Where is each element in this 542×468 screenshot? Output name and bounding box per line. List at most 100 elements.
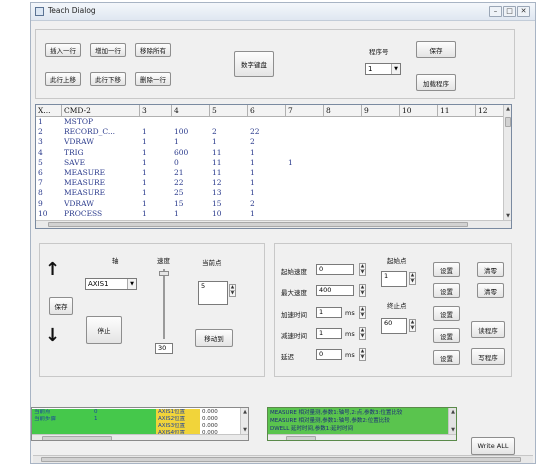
program-grid[interactable]: X... CMD-2 3 4 5 6 7 8 9 10 11 12 1 MSTOP… [35, 104, 512, 229]
grid-cell[interactable]: 3 [38, 138, 43, 147]
grid-cell[interactable]: 1 [250, 210, 255, 219]
grid-cell[interactable]: 1 [250, 149, 255, 158]
grid-cell[interactable]: 6 [38, 169, 43, 178]
max-speed-input[interactable]: 400 [316, 285, 354, 296]
grid-cell[interactable]: PROCESS [64, 210, 102, 219]
grid-cell[interactable]: 1 [142, 189, 147, 198]
grid-cell[interactable]: 9 [38, 200, 43, 209]
jog-save-button[interactable]: 保存 [49, 297, 73, 315]
grid-cell[interactable]: 15 [174, 200, 184, 209]
write-all-button[interactable]: Write ALL [471, 437, 515, 455]
set-button-4[interactable]: 设置 [433, 328, 460, 343]
move-to-button[interactable]: 移动到 [195, 329, 233, 347]
scroll-thumb[interactable] [48, 222, 468, 227]
scroll-up-icon[interactable]: ▲ [241, 408, 248, 416]
grid-cell[interactable]: MEASURE [64, 189, 105, 198]
col-header[interactable]: 12 [476, 105, 504, 117]
grid-cell[interactable]: 12 [212, 179, 222, 188]
col-header[interactable]: 9 [362, 105, 400, 117]
grid-cell[interactable]: 1 [174, 210, 179, 219]
grid-cell[interactable]: 1 [250, 179, 255, 188]
current-point-spinner[interactable]: ▲ ▼ [229, 284, 236, 297]
insert-row-button[interactable]: 插入一行 [45, 43, 81, 57]
col-header[interactable]: 7 [286, 105, 324, 117]
status-vertical-scrollbar[interactable]: ▲ ▼ [240, 408, 248, 434]
set-button-5[interactable]: 设置 [433, 350, 460, 365]
grid-cell[interactable]: 600 [174, 149, 188, 158]
maximize-button[interactable]: □ [503, 6, 516, 17]
grid-cell[interactable]: 25 [174, 189, 184, 198]
grid-cell[interactable]: MEASURE [64, 179, 105, 188]
grid-cell[interactable]: 4 [38, 149, 43, 158]
grid-cell[interactable]: MEASURE [64, 169, 105, 178]
grid-cell[interactable]: 8 [38, 189, 43, 198]
grid-cell[interactable]: 2 [250, 200, 255, 209]
decel-time-spinner[interactable]: ▲ ▼ [359, 327, 366, 340]
scroll-thumb[interactable] [42, 436, 112, 440]
scroll-thumb[interactable] [505, 117, 511, 127]
scroll-thumb[interactable] [286, 436, 316, 440]
set-button-1[interactable]: 设置 [433, 262, 460, 277]
clear-button-2[interactable]: 清零 [477, 283, 504, 298]
grid-cell[interactable]: 1 [142, 149, 147, 158]
jog-down-icon[interactable]: ↓ [45, 325, 60, 346]
numeric-keyboard-button[interactable]: 数字键盘 [234, 51, 274, 77]
start-point-spinner[interactable]: ▲ ▼ [409, 272, 416, 285]
write-program-button[interactable]: 写程序 [471, 348, 505, 365]
col-header[interactable]: 6 [248, 105, 286, 117]
clear-button-1[interactable]: 清零 [477, 262, 504, 277]
set-button-3[interactable]: 设置 [433, 306, 460, 321]
grid-horizontal-scrollbar[interactable] [36, 220, 511, 228]
grid-cell[interactable]: 10 [212, 210, 222, 219]
grid-cell[interactable]: 1 [142, 210, 147, 219]
grid-cell[interactable]: VDRAW [64, 200, 94, 209]
grid-cell[interactable]: 22 [250, 128, 260, 137]
delete-row-button[interactable]: 删除一行 [135, 72, 171, 86]
col-header[interactable]: 8 [324, 105, 362, 117]
grid-cell[interactable]: TRIG [64, 149, 84, 158]
status-horizontal-scrollbar[interactable] [32, 434, 248, 440]
end-point-spinner[interactable]: ▲ ▼ [409, 319, 416, 332]
grid-cell[interactable]: 0 [174, 159, 179, 168]
grid-cell[interactable]: 1 [142, 179, 147, 188]
scroll-thumb[interactable] [41, 457, 521, 462]
col-header[interactable]: 5 [210, 105, 248, 117]
delay-spinner[interactable]: ▲ ▼ [359, 348, 366, 361]
col-header[interactable]: 10 [400, 105, 438, 117]
scroll-down-icon[interactable]: ▼ [241, 426, 248, 434]
grid-cell[interactable]: 1 [288, 159, 293, 168]
window-horizontal-scrollbar[interactable] [33, 455, 533, 463]
scroll-down-icon[interactable]: ▼ [449, 426, 456, 434]
grid-cell[interactable]: 2 [38, 128, 43, 137]
grid-cell[interactable]: 1 [142, 169, 147, 178]
grid-cell[interactable]: 1 [250, 159, 255, 168]
grid-cell[interactable]: 2 [250, 138, 255, 147]
set-button-2[interactable]: 设置 [433, 283, 460, 298]
grid-cell[interactable]: RECORD_C... [64, 128, 115, 137]
grid-cell[interactable]: 100 [174, 128, 188, 137]
close-button[interactable]: ✕ [517, 6, 530, 17]
log-panel[interactable]: MEASURE 相对量测,参数1:轴号,2:点,参数3:位置比较 MEASURE … [267, 407, 457, 441]
add-row-button[interactable]: 增加一行 [90, 43, 126, 57]
read-program-button[interactable]: 读程序 [471, 321, 505, 338]
grid-cell[interactable]: 1 [38, 118, 43, 127]
axis-select[interactable]: AXIS1 ▼ [85, 278, 137, 290]
max-speed-spinner[interactable]: ▲ ▼ [359, 284, 366, 297]
grid-cell[interactable]: 1 [250, 169, 255, 178]
grid-cell[interactable]: 11 [212, 169, 222, 178]
col-header[interactable]: X... [36, 105, 62, 117]
grid-cell[interactable]: 7 [38, 179, 43, 188]
grid-cell[interactable]: 21 [174, 169, 184, 178]
start-point-input[interactable]: 1 [381, 271, 407, 287]
delay-input[interactable]: 0 [316, 349, 342, 360]
grid-cell[interactable]: 15 [212, 200, 222, 209]
speed-slider-track[interactable] [163, 269, 165, 339]
grid-cell[interactable]: 1 [174, 138, 179, 147]
grid-cell[interactable]: 1 [142, 138, 147, 147]
col-header[interactable]: 3 [140, 105, 172, 117]
start-speed-input[interactable]: 0 [316, 264, 354, 275]
grid-cell[interactable]: 1 [212, 138, 217, 147]
speed-input[interactable]: 30 [155, 343, 173, 354]
grid-cell[interactable]: 1 [142, 128, 147, 137]
log-vertical-scrollbar[interactable]: ▲ ▼ [448, 408, 456, 434]
